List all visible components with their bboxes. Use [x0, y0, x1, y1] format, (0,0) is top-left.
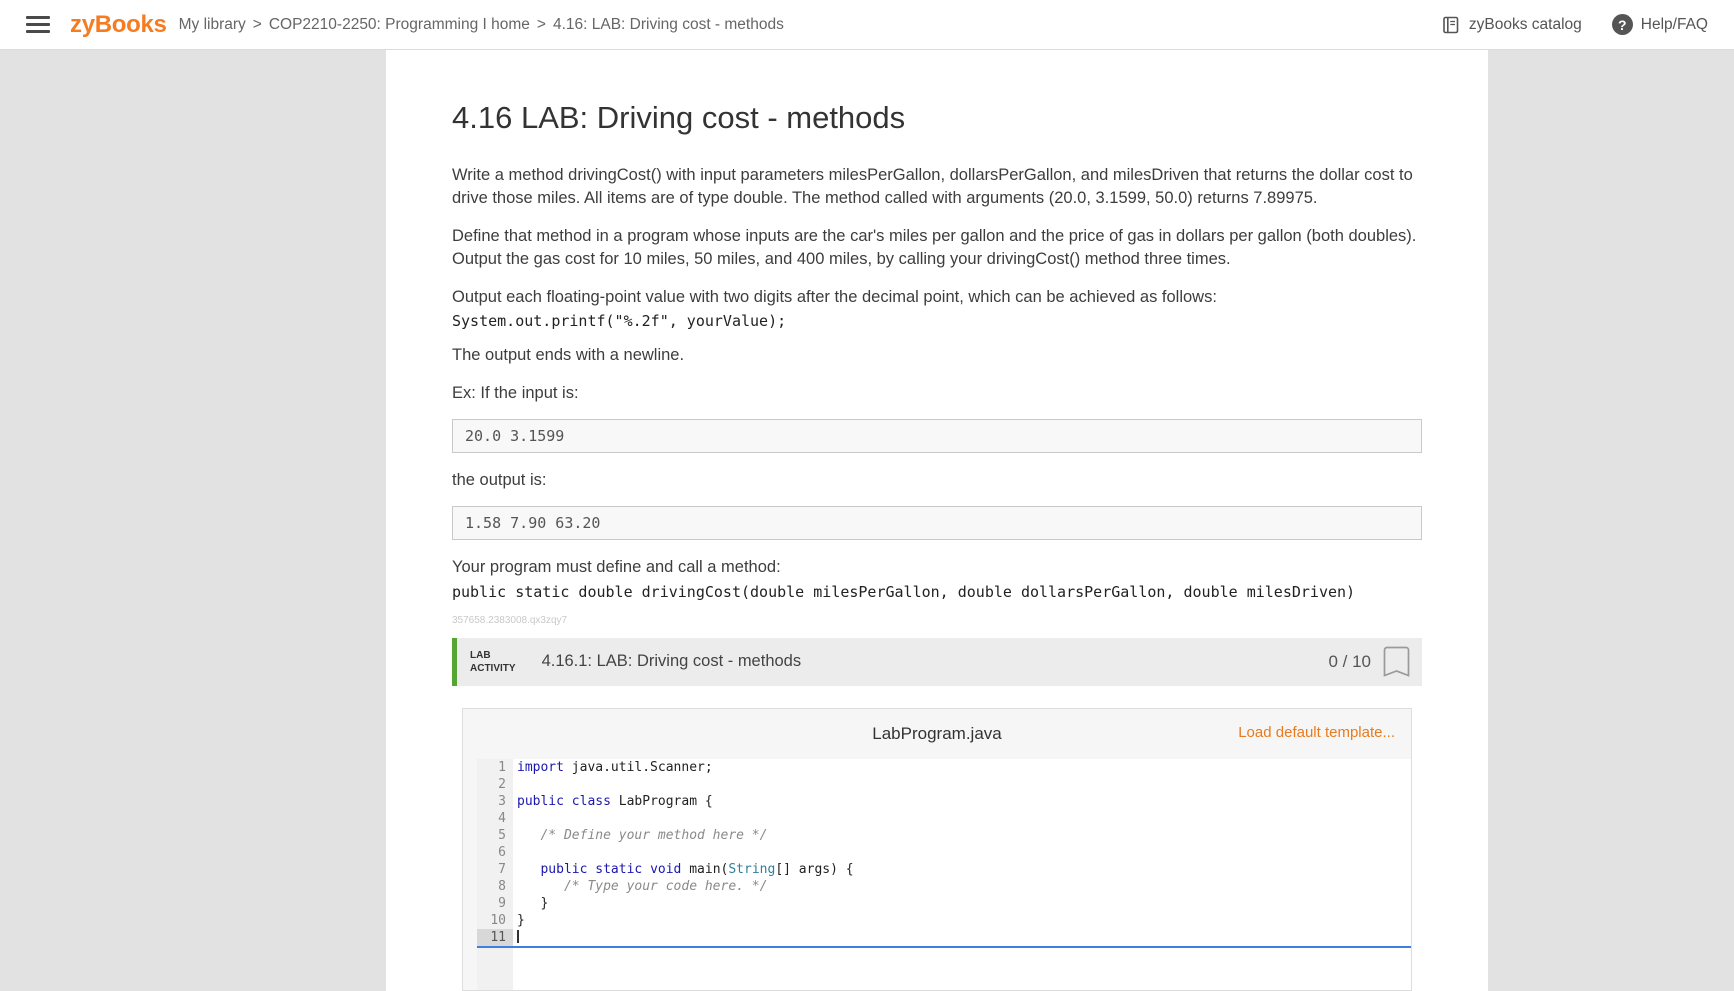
top-nav: zyBooks My library > COP2210-2250: Program… [0, 0, 1734, 50]
code-line-7[interactable]: 7 public static void main(String[] args)… [477, 860, 1411, 878]
method-requirement-label: Your program must define and call a meth… [452, 558, 781, 577]
code-line-3[interactable]: 3 public class LabProgram { [477, 792, 1411, 810]
line-number: 8 [477, 877, 513, 895]
breadcrumb: My library > COP2210-2250: Programming I h… [179, 16, 784, 34]
content-card: 4.16 LAB: Driving cost - methods Write a… [386, 50, 1488, 991]
example-input-box: 20.0 3.1599 [452, 418, 1422, 453]
code-area-filler[interactable] [477, 947, 1411, 990]
help-label: Help/FAQ [1640, 15, 1708, 33]
instruction-paragraph-3: Output each floating-point value with tw… [452, 287, 1217, 306]
menu-icon[interactable] [26, 16, 50, 33]
code-line-9[interactable]: 9 } [477, 894, 1411, 912]
nav-left: zyBooks My library > COP2210-2250: Program… [26, 11, 784, 39]
lab-activity-header: LAB ACTIVITY 4.16.1: LAB: Driving cost -… [452, 637, 1422, 686]
code-line-1[interactable]: 1 import java.util.Scanner; [477, 758, 1411, 776]
nav-right: zyBooks catalog ? Help/FAQ [1441, 14, 1708, 35]
code-line-4[interactable]: 4 [477, 809, 1411, 827]
load-default-template-link[interactable]: Load default template... [1238, 724, 1395, 741]
content-watermark: 357658.2383008.qx3zqy7 [452, 614, 568, 626]
code-line-10[interactable]: 10} [477, 911, 1411, 929]
code-line-6[interactable]: 6 [477, 843, 1411, 861]
line-number: 7 [477, 860, 513, 878]
lab-score: 0 / 10 [1328, 646, 1422, 678]
breadcrumb-separator: > [252, 15, 262, 33]
zybooks-logo[interactable]: zyBooks [70, 11, 167, 39]
method-signature: public static double drivingCost(double … [452, 582, 1356, 601]
example-output-box: 1.58 7.90 63.20 [452, 506, 1422, 541]
editor-filename: LabProgram.java [872, 723, 1002, 743]
code-line-2[interactable]: 2 [477, 775, 1411, 793]
line-number: 2 [477, 775, 513, 793]
lab-activity-badge: LAB ACTIVITY [457, 649, 532, 675]
breadcrumb-course[interactable]: COP2210-2250: Programming I home [269, 16, 530, 33]
code-line-11[interactable]: 11 [477, 928, 1411, 948]
lab-badge-line2: ACTIVITY [470, 662, 516, 674]
lab-badge-line1: LAB [470, 649, 491, 661]
help-faq-link[interactable]: ? Help/FAQ [1611, 14, 1708, 35]
line-number: 1 [477, 758, 513, 776]
breadcrumb-library[interactable]: My library [179, 16, 246, 33]
line-number: 9 [477, 894, 513, 912]
page-background: 4.16 LAB: Driving cost - methods Write a… [0, 50, 1734, 991]
line-number: 5 [477, 826, 513, 844]
breadcrumb-separator: > [536, 15, 546, 33]
page-title: 4.16 LAB: Driving cost - methods [452, 100, 906, 135]
code-editor: LabProgram.java Load default template...… [462, 707, 1412, 991]
printf-code-example: System.out.printf("%.2f", yourValue); [452, 312, 787, 331]
instruction-paragraph-2: Define that method in a program whose in… [452, 226, 1417, 269]
lab-score-value: 0 / 10 [1328, 651, 1371, 671]
editor-header: LabProgram.java Load default template... [463, 709, 1411, 759]
lab-activity-title: 4.16.1: LAB: Driving cost - methods [541, 652, 802, 671]
code-area[interactable]: 1 import java.util.Scanner; 2 3 public class… [477, 758, 1411, 990]
text-cursor [517, 929, 519, 943]
line-number: 3 [477, 792, 513, 810]
line-number: 11 [477, 928, 513, 946]
newline-note: The output ends with a newline. [452, 346, 685, 365]
code-line-5[interactable]: 5 /* Define your method here */ [477, 826, 1411, 844]
example-input-label: Ex: If the input is: [452, 383, 579, 402]
bookmark-icon [1383, 646, 1410, 678]
catalog-label: zyBooks catalog [1468, 15, 1582, 33]
line-number: 4 [477, 809, 513, 827]
line-number: 6 [477, 843, 513, 861]
catalog-icon [1441, 15, 1461, 35]
lab-activity-section: LAB ACTIVITY 4.16.1: LAB: Driving cost -… [452, 637, 1422, 991]
zybooks-catalog-link[interactable]: zyBooks catalog [1441, 15, 1582, 35]
code-line-8[interactable]: 8 /* Type your code here. */ [477, 877, 1411, 895]
example-output-label: the output is: [452, 470, 547, 489]
line-number: 10 [477, 911, 513, 929]
instruction-paragraph-1: Write a method drivingCost() with input … [452, 166, 1413, 208]
breadcrumb-current-page: 4.16: LAB: Driving cost - methods [552, 15, 784, 33]
help-icon: ? [1611, 14, 1633, 35]
